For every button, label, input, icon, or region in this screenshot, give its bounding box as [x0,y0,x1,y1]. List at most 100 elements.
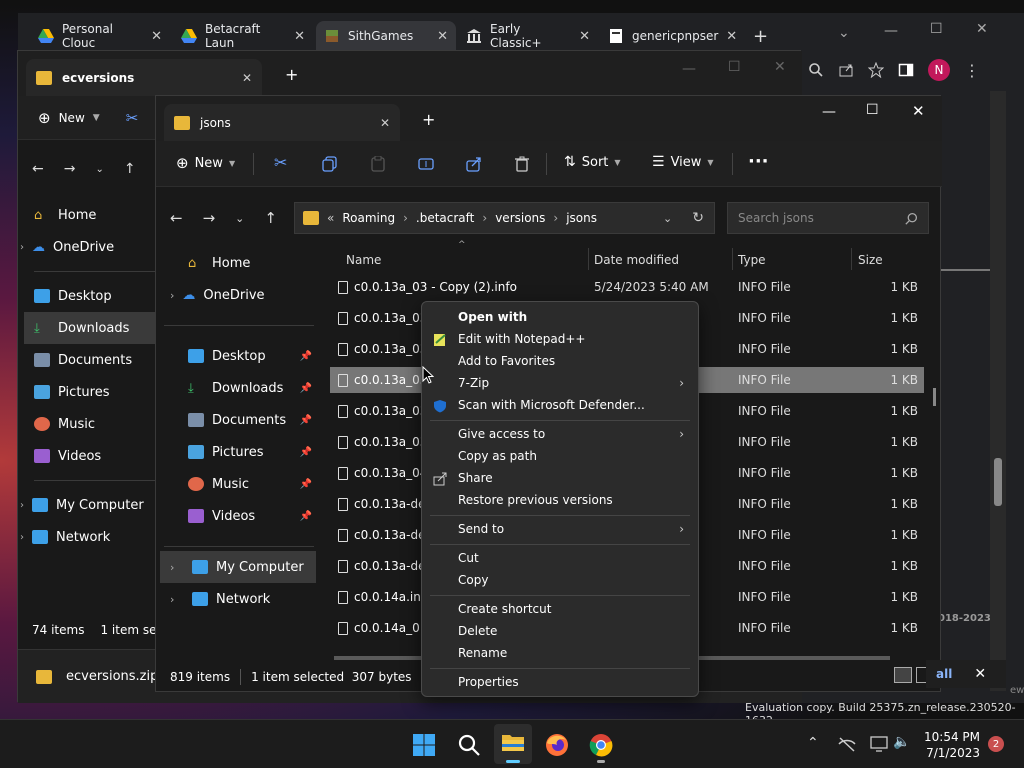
back-new-label[interactable]: New [59,111,85,125]
nav-item-pictures[interactable]: Pictures [34,376,170,408]
side-panel-icon[interactable] [898,62,914,78]
firefox-icon[interactable] [545,733,569,757]
close-icon[interactable]: ✕ [294,29,305,44]
minimize-button[interactable]: — [682,61,696,77]
nav-item-music[interactable]: Music 📌 [188,468,312,500]
menu-item-scan-defender[interactable]: Scan with Microsoft Defender... [458,398,645,412]
page-scrollbar[interactable] [990,91,1006,691]
notification-badge[interactable]: 2 [988,736,1004,752]
taskbar-explorer-button[interactable] [494,724,532,764]
column-divider[interactable] [851,248,852,270]
file-row[interactable]: c0.0.13a_03 - Copy (2).info 5/24/2023 5:4… [330,274,924,300]
nav-item-onedrive[interactable]: › ☁ OneDrive [20,231,170,263]
menu-item-share[interactable]: Share [458,471,493,485]
profile-avatar[interactable]: N [928,59,950,81]
paste-icon[interactable] [370,156,386,172]
star-icon[interactable] [868,62,884,78]
back-tab[interactable]: ecversions ✕ [26,59,262,96]
view-button[interactable]: ☰ View ▼ [652,154,714,170]
delete-icon[interactable] [514,156,530,172]
minimize-button[interactable]: — [822,104,836,120]
close-button[interactable]: ✕ [912,102,925,120]
menu-item-copy[interactable]: Copy [458,573,488,587]
up-arrow-icon[interactable]: ↑ [264,209,277,227]
more-icon[interactable]: ⋮ [964,61,980,80]
breadcrumb-item[interactable]: jsons [566,211,597,225]
pin-icon[interactable]: 📌 [300,383,312,394]
details-view-icon[interactable] [894,667,912,683]
nav-item-my-computer[interactable]: › My Computer [20,489,170,521]
close-icon[interactable]: ✕ [242,71,252,85]
menu-item-create-shortcut[interactable]: Create shortcut [458,602,551,616]
nav-item-videos[interactable]: Videos 📌 [188,500,312,532]
menu-item-cut[interactable]: Cut [458,551,479,565]
pin-icon[interactable]: 📌 [300,479,312,490]
download-filename[interactable]: ecversions.zip [66,669,158,684]
nav-item-onedrive[interactable]: › ☁ OneDrive [170,279,312,311]
column-header-name[interactable]: Name [346,253,381,267]
menu-item-restore-versions[interactable]: Restore previous versions [458,493,613,507]
close-button[interactable]: ✕ [774,59,786,75]
address-bar[interactable]: « Roaming › .betacraft › versions › json… [294,202,715,234]
close-icon[interactable]: ✕ [974,666,986,682]
chrome-tab-4[interactable]: Early Classic+ ✕ [458,21,598,51]
sort-button[interactable]: ⇅ Sort ▼ [564,154,621,170]
nav-item-home[interactable]: ⌂ Home [188,247,312,279]
menu-item-give-access[interactable]: Give access to [458,427,545,441]
menu-item-properties[interactable]: Properties [458,675,519,689]
back-arrow-icon[interactable]: ← [32,161,44,177]
share-icon[interactable] [838,62,854,78]
close-icon[interactable]: ✕ [726,29,737,44]
recent-chevron-icon[interactable]: ⌄ [235,212,244,225]
search-box[interactable]: Search jsons [727,202,929,234]
chrome-tab-2[interactable]: Betacraft Laun ✕ [173,21,313,51]
search-icon[interactable] [457,733,481,757]
nav-item-downloads[interactable]: ⤓ Downloads [24,312,170,344]
nav-item-documents[interactable]: Documents [34,344,170,376]
column-header-size[interactable]: Size [858,253,883,267]
chrome-tab-5[interactable]: genericpnpser ✕ [600,21,740,51]
nav-item-network[interactable]: › Network [20,521,170,553]
menu-item-open-with[interactable]: Open with [458,310,527,324]
copy-icon[interactable] [322,156,338,172]
column-header-type[interactable]: Type [738,253,766,267]
nav-item-home[interactable]: ⌂ Home [34,199,170,231]
close-button[interactable]: ✕ [976,21,988,37]
clock[interactable]: 10:54 PM 7/1/2023 [924,729,980,761]
display-icon[interactable] [870,736,888,752]
start-windows-icon[interactable] [412,733,436,757]
pin-icon[interactable]: 📌 [300,415,312,426]
menu-item-delete[interactable]: Delete [458,624,497,638]
breadcrumb-item[interactable]: Roaming [342,211,395,225]
column-header-date[interactable]: Date modified [594,253,679,267]
menu-item-7zip[interactable]: 7-Zip [458,376,489,390]
menu-item-copy-as-path[interactable]: Copy as path [458,449,537,463]
chrome-tab-1[interactable]: Personal Clouc ✕ [30,21,170,51]
new-tab-button[interactable]: + [753,26,768,47]
nav-item-network[interactable]: › Network [170,583,312,615]
forward-arrow-icon[interactable]: → [203,209,216,227]
nav-item-downloads[interactable]: ⤓ Downloads 📌 [188,372,312,404]
tab-jsons[interactable]: jsons ✕ [164,104,400,141]
forward-arrow-icon[interactable]: → [64,161,76,177]
share-icon[interactable] [466,156,482,172]
breadcrumb-item[interactable]: versions [495,211,545,225]
minimize-button[interactable]: — [884,23,898,39]
scrollbar-thumb[interactable] [994,458,1002,506]
menu-item-add-favorites[interactable]: Add to Favorites [458,354,555,368]
pin-icon[interactable]: 📌 [300,447,312,458]
tray-chevron-up-icon[interactable]: ⌃ [807,735,819,751]
vertical-scrollbar-thumb[interactable] [933,388,936,406]
more-icon[interactable]: ··· [748,151,769,172]
new-button[interactable]: ⊕ New ▼ [176,154,235,172]
volume-icon[interactable]: 🔈 [893,734,910,750]
breadcrumb-item[interactable]: .betacraft [416,211,474,225]
cut-icon[interactable]: ✂ [126,109,139,127]
taskbar-chrome-button[interactable] [584,724,618,764]
chrome-tab-3[interactable]: SithGames ✕ [316,21,456,51]
rename-icon[interactable] [418,156,434,172]
nav-item-music[interactable]: Music [34,408,170,440]
maximize-button[interactable]: ☐ [728,59,741,75]
new-tab-button[interactable]: + [285,65,298,84]
search-icon[interactable] [808,62,824,78]
